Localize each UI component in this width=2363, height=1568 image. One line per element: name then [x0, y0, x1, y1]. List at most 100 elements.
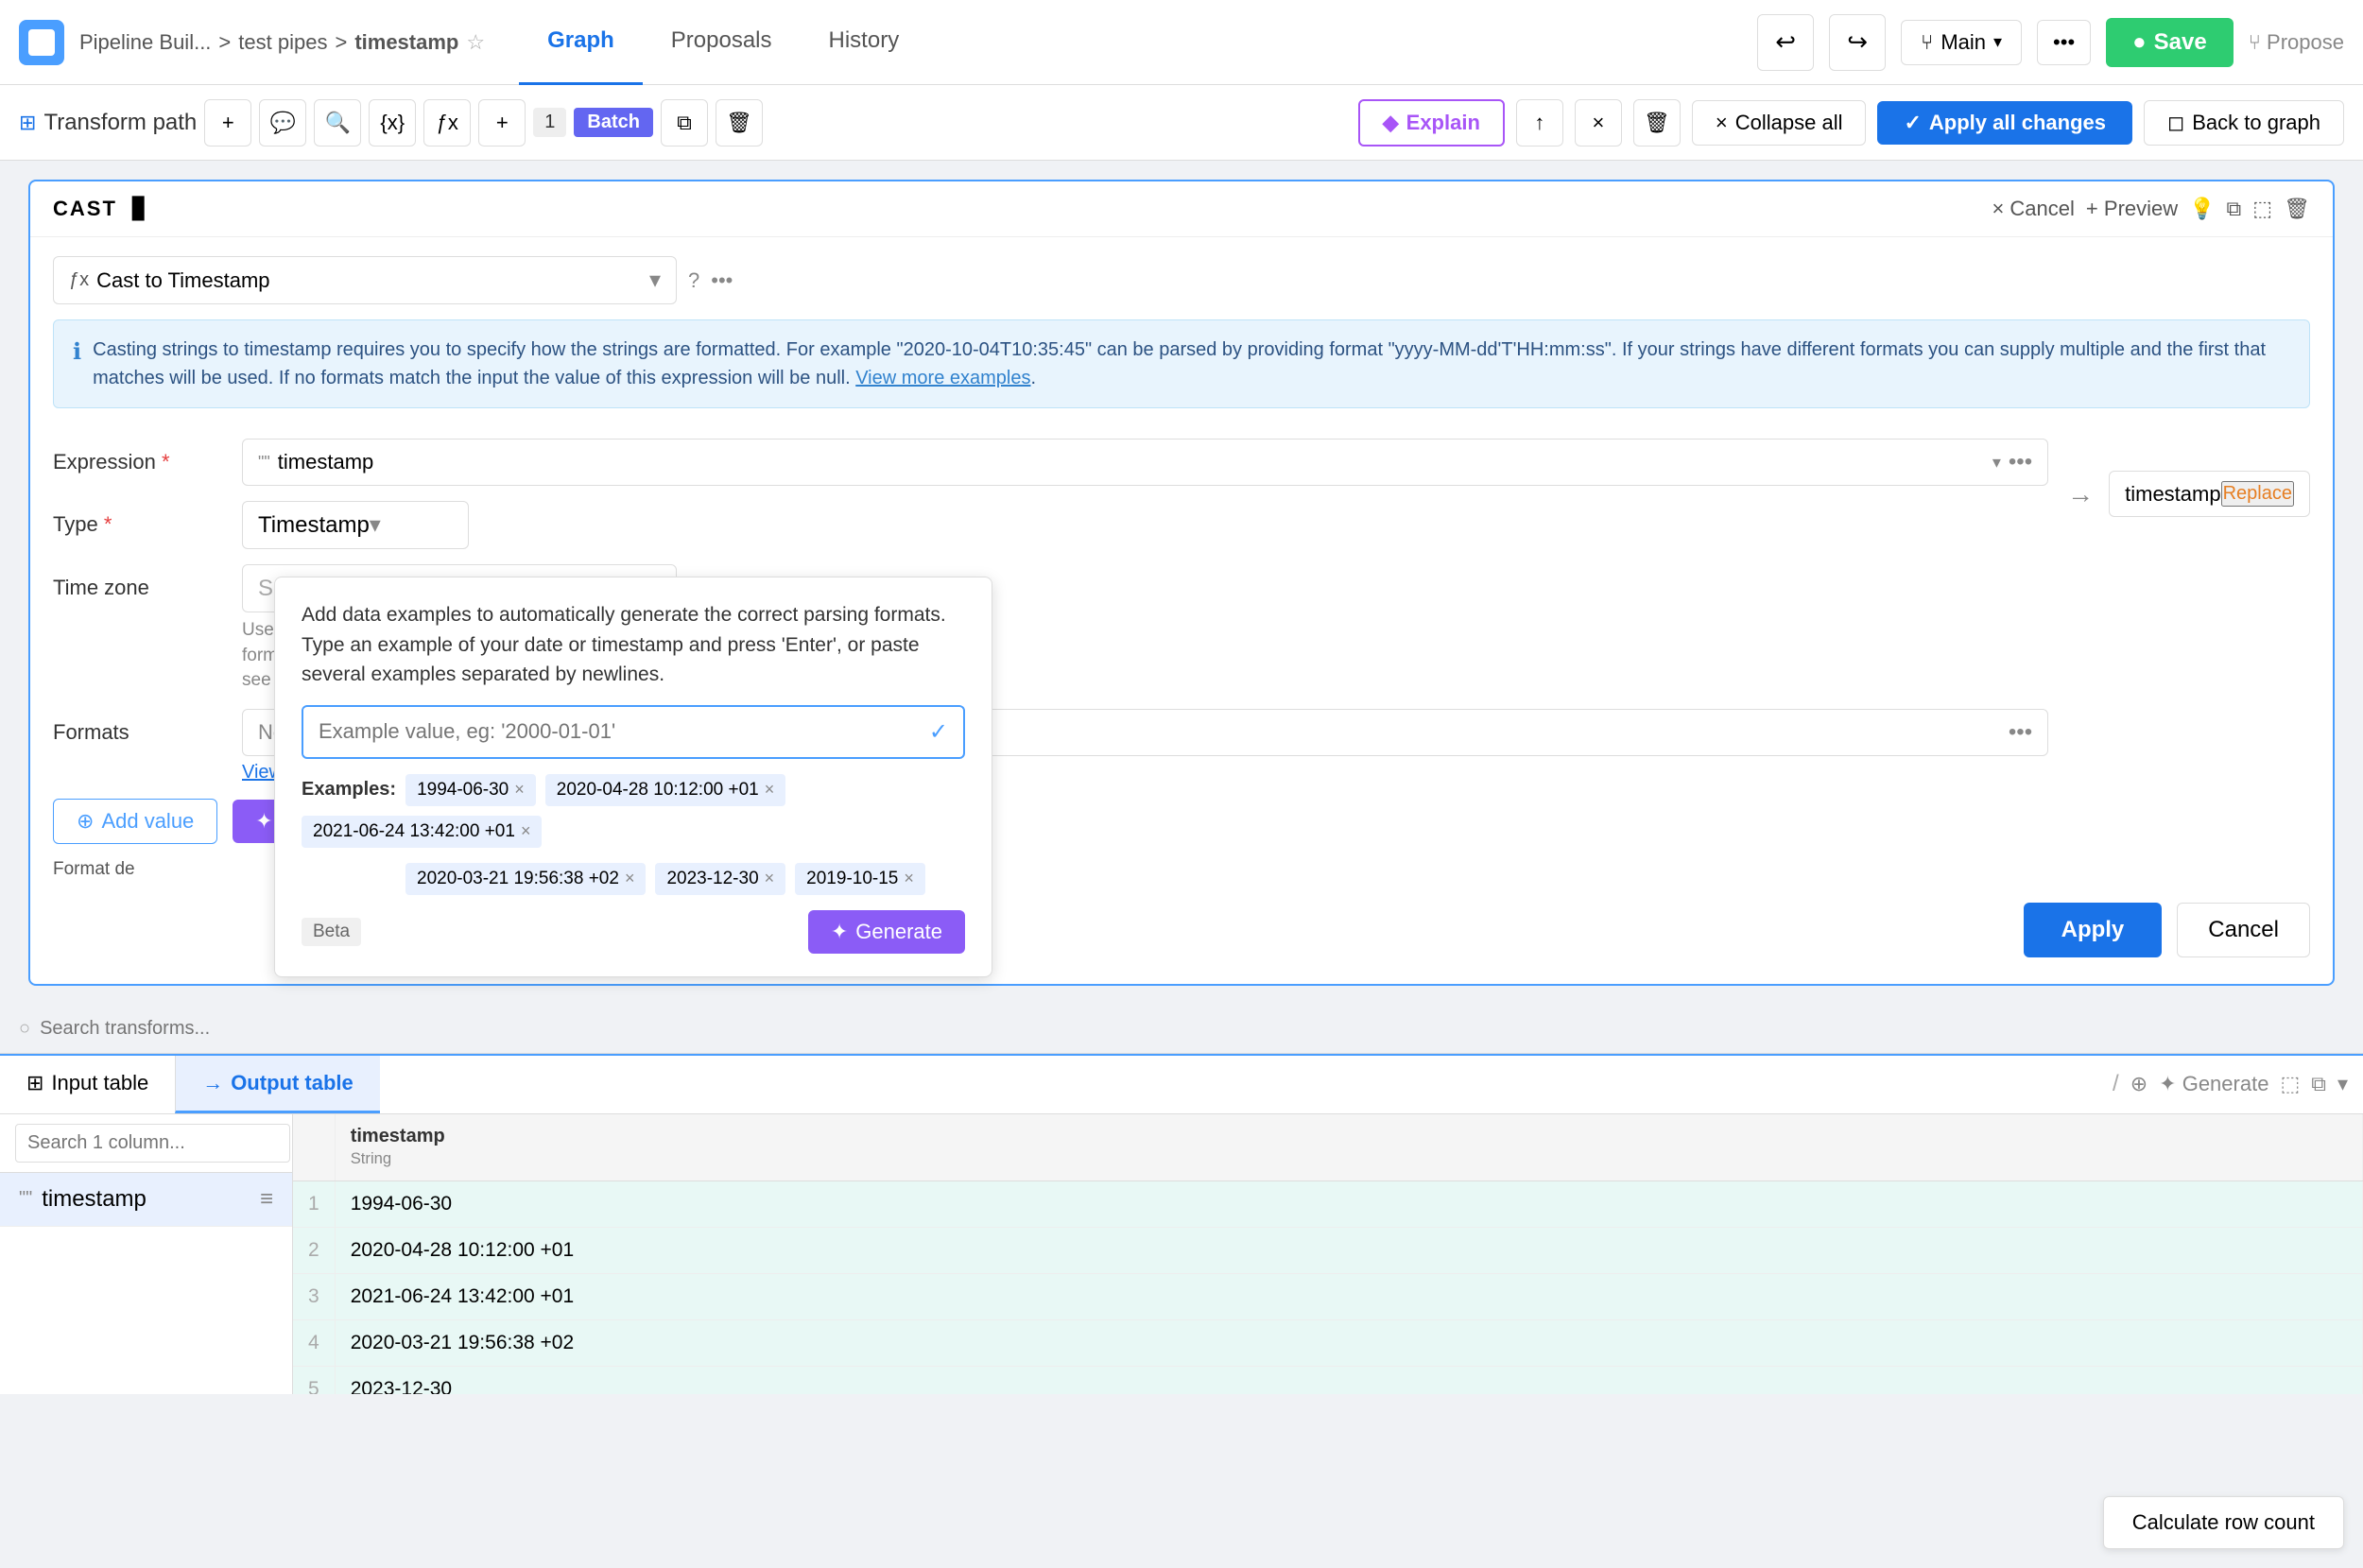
undo-button[interactable]: ↩	[1757, 14, 1814, 71]
copy-button[interactable]: ⧉	[661, 99, 708, 146]
trash-cast-button[interactable]: 🗑	[2284, 197, 2310, 221]
example-chip-5: 2019-10-15 ×	[795, 863, 925, 895]
sparkle-icon: ✦	[255, 809, 272, 834]
chip-value: 2020-04-28 10:12:00 +01	[557, 780, 759, 801]
search-column-input[interactable]	[15, 1124, 290, 1163]
delete-step-button[interactable]: 🗑	[1633, 99, 1681, 146]
expand-button[interactable]: ⬚	[2280, 1072, 2300, 1096]
cancel-cast-button[interactable]: × Cancel	[1992, 197, 2074, 221]
tab-proposals[interactable]: Proposals	[643, 0, 801, 85]
search-button[interactable]: 🔍	[314, 99, 361, 146]
collapse-all-button[interactable]: × Collapse all	[1692, 100, 1867, 146]
bulb-icon[interactable]: 💡	[2189, 197, 2215, 221]
plus-icon: +	[2086, 197, 2098, 220]
table-row[interactable]: 52023-12-30	[293, 1366, 2363, 1394]
table-row[interactable]: 42020-03-21 19:56:38 +02	[293, 1319, 2363, 1366]
more-options-button[interactable]: •••	[2037, 20, 2091, 65]
breadcrumb-current: timestamp	[354, 30, 458, 55]
view-more-examples-link[interactable]: View more examples	[855, 368, 1030, 388]
transform-path-label: Transform path	[43, 110, 197, 136]
tab-graph[interactable]: Graph	[519, 0, 643, 85]
output-box: timestamp Replace	[2109, 471, 2310, 517]
row-number: 2	[293, 1227, 335, 1273]
function-selector[interactable]: ƒx Cast to Timestamp ▾	[53, 256, 677, 304]
star-icon[interactable]: ☆	[466, 30, 485, 55]
main-branch-button[interactable]: ⑂ Main ▾	[1901, 20, 2022, 65]
window-icon[interactable]: ⬚	[2252, 197, 2272, 221]
chip-remove-icon[interactable]: ×	[765, 780, 775, 800]
preview-button[interactable]: + Preview	[2086, 197, 2178, 221]
copy-cast-button[interactable]: ⧉	[2227, 197, 2242, 221]
help-button[interactable]: ?	[688, 268, 699, 293]
explain-button[interactable]: ◆ Explain	[1358, 99, 1505, 146]
arrow-right-icon: →	[202, 1071, 223, 1095]
cell-value: 1994-06-30	[335, 1180, 2362, 1227]
generate-input[interactable]	[303, 708, 914, 755]
formats-label: Formats	[53, 709, 223, 745]
generate-table-button[interactable]: ✦ Generate	[2159, 1072, 2268, 1096]
formats-more-icon[interactable]: •••	[1993, 710, 2047, 755]
plus-icon: ⊕	[77, 809, 94, 834]
search-transforms-input[interactable]	[40, 1018, 2344, 1040]
replace-button[interactable]: Replace	[2221, 481, 2294, 507]
plus2-button[interactable]: +	[478, 99, 526, 146]
breadcrumb-pipes[interactable]: test pipes	[238, 30, 327, 55]
cancel-button[interactable]: Cancel	[2177, 903, 2310, 957]
fn-button[interactable]: ƒx	[423, 99, 471, 146]
chip-value: 2023-12-30	[666, 869, 758, 889]
breadcrumb-sep1: >	[218, 30, 231, 55]
chevron-down-icon[interactable]: ▾	[2337, 1072, 2348, 1096]
apply-all-changes-button[interactable]: ✓ Apply all changes	[1877, 101, 2132, 145]
chip-remove-icon[interactable]: ×	[521, 821, 531, 841]
table-icon: ⊞	[26, 1071, 43, 1095]
move-up-button[interactable]: ↑	[1516, 99, 1563, 146]
example-chip-2: 2021-06-24 13:42:00 +01 ×	[302, 816, 542, 848]
close-step-button[interactable]: ×	[1575, 99, 1622, 146]
graph-icon: ◻	[2167, 111, 2184, 135]
examples-row-2: 2020-03-21 19:56:38 +02 × 2023-12-30 × 2…	[302, 863, 965, 895]
back-to-graph-button[interactable]: ◻ Back to graph	[2144, 100, 2344, 146]
add-value-button[interactable]: ⊕ Add value	[53, 799, 217, 844]
sort-icon[interactable]: ≡	[260, 1186, 273, 1213]
trash-button[interactable]: 🗑	[716, 99, 763, 146]
nav-tabs: Graph Proposals History	[519, 0, 927, 85]
tab-input-table[interactable]: ⊞ Input table	[0, 1056, 175, 1113]
tab-history[interactable]: History	[801, 0, 928, 85]
info-icon: ℹ	[73, 336, 81, 392]
x-icon: ×	[1992, 197, 2004, 220]
sparkle-icon: ✦	[831, 920, 848, 944]
column-row[interactable]: "" timestamp ≡	[0, 1173, 292, 1227]
apply-button[interactable]: Apply	[2024, 903, 2163, 957]
fx-button[interactable]: {x}	[369, 99, 416, 146]
propose-button[interactable]: ⑂ Propose	[2249, 30, 2344, 55]
breadcrumb-pipeline[interactable]: Pipeline Buil...	[79, 30, 211, 55]
chip-remove-icon[interactable]: ×	[514, 780, 525, 800]
more-icon[interactable]: •••	[2009, 449, 2032, 475]
type-selector[interactable]: Timestamp ▾	[242, 501, 469, 549]
copy-table-button[interactable]: ⧉	[2311, 1072, 2326, 1096]
add-col-button[interactable]: ⊕	[2130, 1072, 2147, 1096]
row-number: 1	[293, 1180, 335, 1227]
check-icon[interactable]: ✓	[914, 707, 963, 757]
required-star: *	[104, 512, 112, 536]
expression-selector[interactable]: "" timestamp ▾ •••	[242, 439, 2048, 486]
chip-remove-icon[interactable]: ×	[625, 869, 635, 888]
table-row[interactable]: 22020-04-28 10:12:00 +01	[293, 1227, 2363, 1273]
redo-button[interactable]: ↪	[1829, 14, 1886, 71]
chip-remove-icon[interactable]: ×	[765, 869, 775, 888]
expression-label: Expression *	[53, 439, 223, 474]
comment-button[interactable]: 💬	[259, 99, 306, 146]
tab-output-table[interactable]: → Output table	[175, 1056, 380, 1113]
chevron-down-icon: ▾	[1992, 453, 2001, 473]
cell-value: 2023-12-30	[335, 1366, 2362, 1394]
more-options-button[interactable]: •••	[711, 268, 733, 293]
calculate-row-count-button[interactable]: Calculate row count	[2103, 1496, 2344, 1549]
save-button[interactable]: ● Save	[2106, 18, 2234, 67]
generate-footer-button[interactable]: ✦ Generate	[808, 910, 965, 954]
add-transform-button[interactable]: +	[204, 99, 251, 146]
table-row[interactable]: 32021-06-24 13:42:00 +01	[293, 1273, 2363, 1319]
cell-value: 2020-04-28 10:12:00 +01	[335, 1227, 2362, 1273]
cell-value: 2021-06-24 13:42:00 +01	[335, 1273, 2362, 1319]
chip-remove-icon[interactable]: ×	[904, 869, 914, 888]
table-row[interactable]: 11994-06-30	[293, 1180, 2363, 1227]
